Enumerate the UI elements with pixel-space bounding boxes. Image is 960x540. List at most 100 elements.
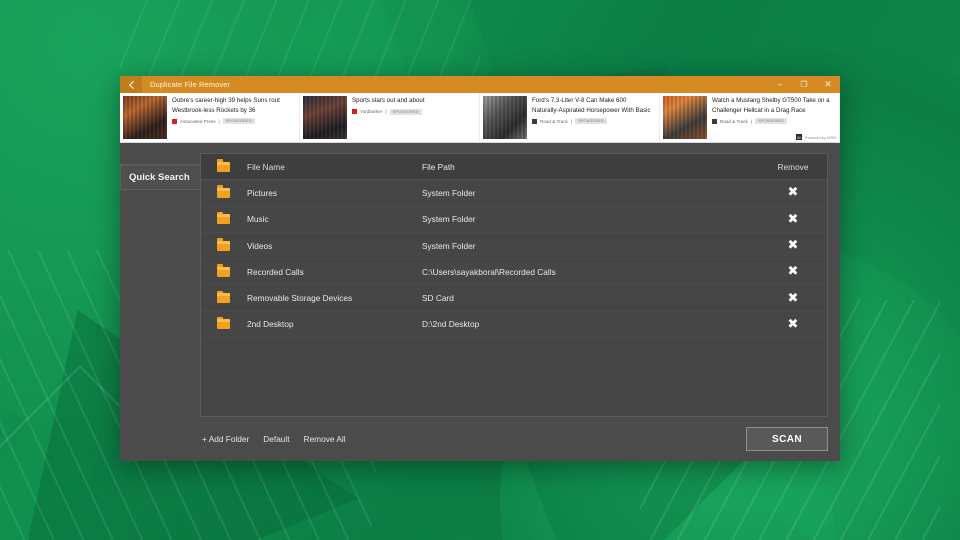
ad-sponsored-badge: SPONSORED: [755, 118, 788, 125]
sidebar-item-quick-search[interactable]: Quick Search: [120, 164, 200, 190]
table-header-row: File Name File Path Remove: [201, 154, 827, 181]
close-icon[interactable]: ✖: [786, 265, 800, 279]
row-file-path: System Folder: [422, 241, 773, 251]
ad-separator: |: [218, 118, 220, 124]
main-panel: File Name File Path Remove Pictures Syst…: [200, 143, 840, 461]
ad-text-block: Watch a Mustang Shelby GT500 Take on a C…: [712, 96, 834, 139]
ad-thumbnail-image: [483, 96, 527, 139]
row-folder-icon-cell: [217, 290, 247, 304]
file-path-link[interactable]: System Folder: [422, 241, 475, 251]
ad-text-block: Sports stars out and about Yardbarker | …: [352, 96, 474, 139]
close-icon[interactable]: ✖: [786, 212, 800, 226]
row-folder-icon-cell: [217, 238, 247, 251]
folder-icon: [217, 264, 230, 277]
ad-headline[interactable]: Watch a Mustang Shelby GT500 Take on a C…: [712, 96, 834, 115]
ad-source-logo-icon: [532, 118, 537, 124]
row-file-name: Music: [247, 214, 269, 225]
table-row[interactable]: Videos System Folder ✖: [201, 233, 827, 259]
row-file-path: System Folder: [422, 214, 773, 224]
table-empty-area: [201, 338, 827, 416]
row-file-name: 2nd Desktop: [247, 319, 294, 330]
file-path-link[interactable]: System Folder: [422, 214, 475, 224]
row-file-name: Recorded Calls: [247, 266, 304, 277]
window-title: Duplicate File Remover: [150, 80, 231, 89]
row-file-path: SD Card: [422, 293, 773, 303]
default-button[interactable]: Default: [263, 434, 289, 444]
ad-source-row: Road & Track | SPONSORED: [532, 118, 654, 125]
ad-source-logo-icon: [172, 118, 177, 124]
file-path-link[interactable]: D:\2nd Desktop: [422, 319, 479, 329]
row-folder-icon-cell: [217, 211, 247, 225]
ad-headline[interactable]: Sports stars out and about: [352, 96, 474, 106]
table-row[interactable]: Pictures System Folder ✖: [201, 180, 827, 206]
close-icon[interactable]: ✖: [786, 186, 800, 200]
row-remove-cell: ✖: [773, 291, 813, 305]
column-header-file-path: File Path: [422, 161, 455, 172]
ad-separator: |: [570, 118, 573, 124]
row-file-name: Removable Storage Devices: [247, 293, 353, 304]
folder-icon: [217, 185, 230, 198]
msn-logo-icon: M: [795, 134, 802, 140]
ad-source-name: Associated Press: [180, 118, 216, 124]
add-folder-button[interactable]: + Add Folder: [202, 434, 249, 444]
close-icon[interactable]: ✖: [786, 239, 800, 253]
desktop-background: Duplicate File Remover – ❐ ✕ Oubre's car…: [0, 0, 960, 540]
header-folder-icon-cell: [217, 159, 247, 172]
row-remove-cell: ✖: [773, 265, 813, 279]
close-button[interactable]: ✕: [816, 76, 840, 93]
ad-card[interactable]: Ford's 7.3-Liter V-8 Can Make 600 Natura…: [480, 93, 660, 142]
column-header-remove: Remove: [777, 161, 809, 172]
ad-source-name: Road & Track: [540, 118, 568, 124]
ad-source-logo-icon: [352, 109, 357, 115]
row-remove-cell: ✖: [773, 239, 813, 253]
table-row[interactable]: 2nd Desktop D:\2nd Desktop ✖: [201, 312, 827, 338]
row-remove-cell: ✖: [773, 317, 813, 331]
close-icon[interactable]: ✖: [786, 291, 800, 305]
minimize-button[interactable]: –: [768, 76, 792, 93]
footer-toolbar: + Add Folder Default Remove All SCAN: [200, 417, 828, 461]
ad-source-logo-icon: [712, 118, 717, 124]
close-icon[interactable]: ✖: [786, 317, 800, 331]
ad-source-row: Yardbarker | SPONSORED: [352, 108, 474, 115]
ad-card[interactable]: Oubre's career-high 39 helps Suns rout W…: [120, 93, 300, 142]
ad-card[interactable]: Sports stars out and about Yardbarker | …: [300, 93, 480, 142]
window-title-bar: Duplicate File Remover – ❐ ✕: [120, 76, 840, 93]
ad-thumbnail-image: [123, 96, 167, 139]
ad-sponsored-badge: SPONSORED: [575, 118, 608, 125]
file-path-link[interactable]: SD Card: [422, 293, 454, 303]
advertisement-strip: Oubre's career-high 39 helps Suns rout W…: [120, 93, 840, 143]
back-arrow-icon[interactable]: [120, 76, 142, 93]
maximize-button[interactable]: ❐: [792, 76, 816, 93]
folder-icon: [217, 211, 230, 225]
row-remove-cell: ✖: [773, 212, 813, 226]
folder-icon: [217, 290, 230, 304]
row-folder-icon-cell: [217, 185, 247, 198]
scan-button[interactable]: SCAN: [746, 427, 828, 451]
file-path-link[interactable]: C:\Users\sayakboral\Recorded Calls: [422, 267, 556, 277]
table-row[interactable]: Removable Storage Devices SD Card ✖: [201, 285, 827, 311]
window-controls: – ❐ ✕: [768, 76, 840, 93]
ad-source-row: Road & Track | SPONSORED: [712, 118, 834, 125]
row-folder-icon-cell: [217, 264, 247, 277]
ad-headline[interactable]: Oubre's career-high 39 helps Suns rout W…: [172, 96, 294, 115]
remove-all-button[interactable]: Remove All: [304, 434, 346, 444]
row-remove-cell: ✖: [773, 186, 813, 200]
row-file-name: Videos: [247, 240, 273, 251]
folder-icon: [217, 238, 230, 251]
table-row[interactable]: Music System Folder ✖: [201, 207, 827, 233]
folder-list-table: File Name File Path Remove Pictures Syst…: [200, 153, 828, 417]
ad-thumbnail-image: [303, 96, 347, 139]
column-header-file-name: File Name: [247, 161, 285, 172]
folder-icon: [217, 316, 230, 330]
row-file-path: D:\2nd Desktop: [422, 319, 773, 329]
ad-source-name: Yardbarker: [360, 109, 383, 115]
quick-search-label: Quick Search: [129, 171, 190, 183]
row-file-name: Pictures: [247, 187, 277, 198]
file-path-link[interactable]: System Folder: [422, 188, 475, 198]
ad-text-block: Ford's 7.3-Liter V-8 Can Make 600 Natura…: [532, 96, 654, 139]
scan-button-label: SCAN: [772, 433, 802, 445]
ad-headline[interactable]: Ford's 7.3-Liter V-8 Can Make 600 Natura…: [532, 96, 654, 115]
table-row[interactable]: Recorded Calls C:\Users\sayakboral\Recor…: [201, 259, 827, 285]
folder-icon: [217, 159, 230, 172]
sidebar: Quick Search: [120, 143, 200, 461]
